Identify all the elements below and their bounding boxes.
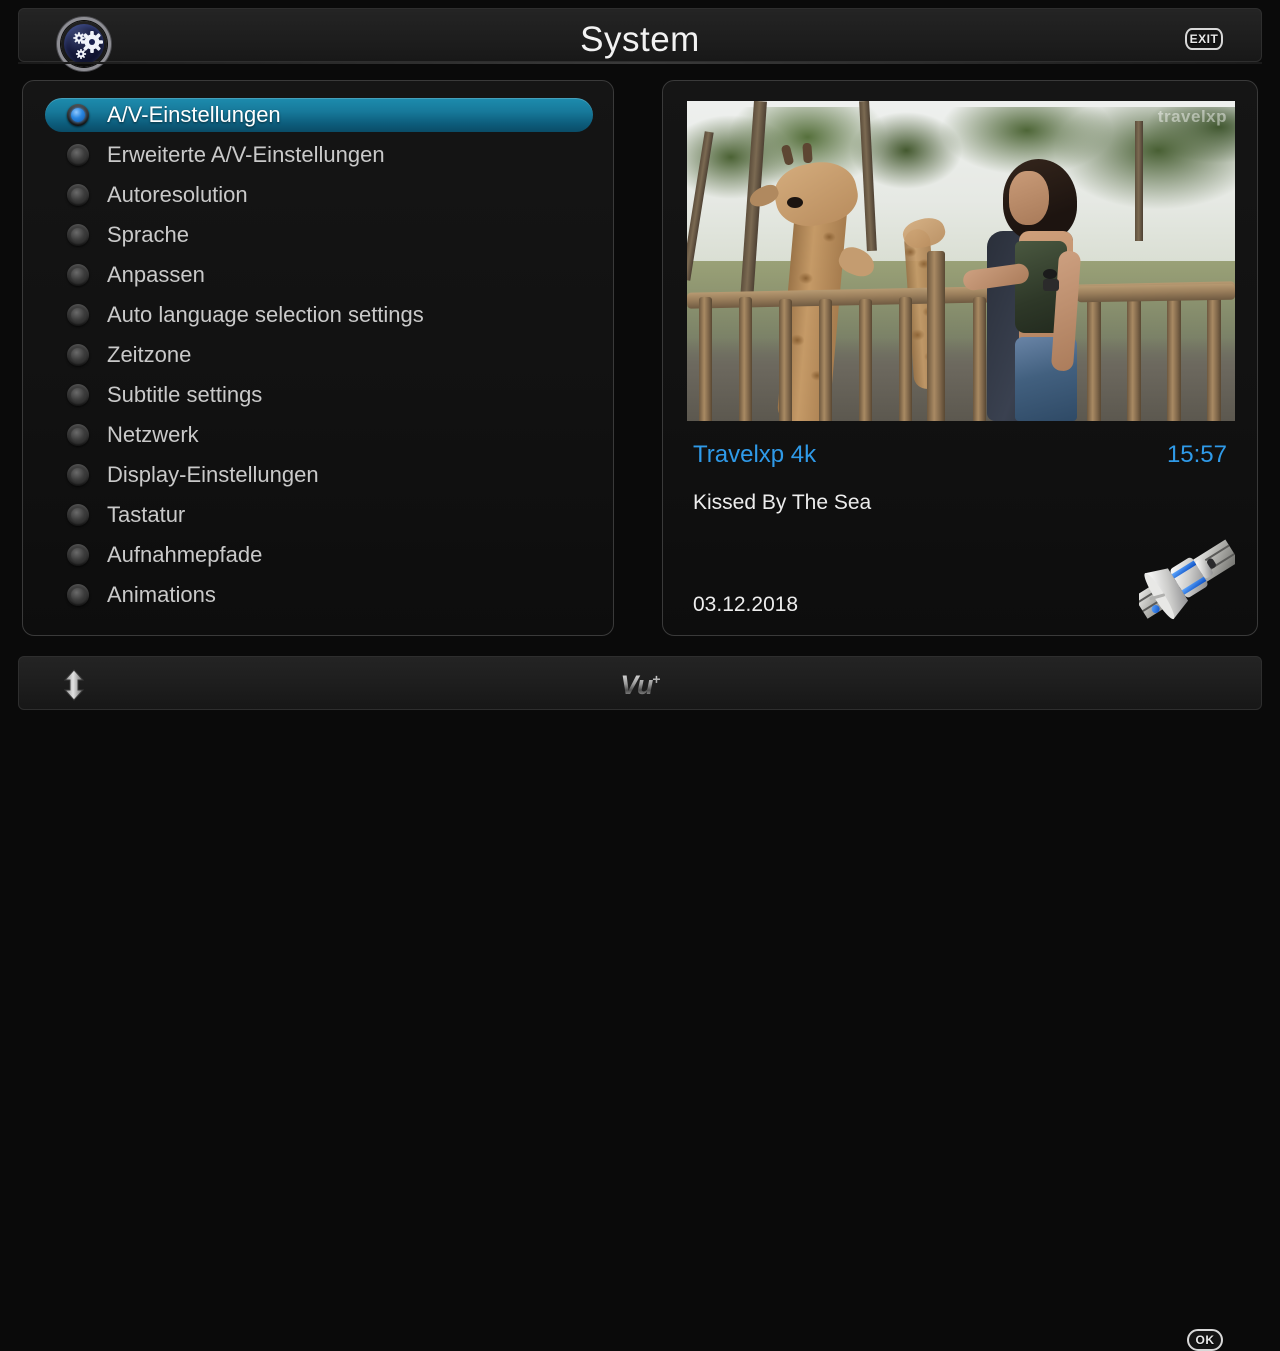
menu-item-label: Sprache bbox=[107, 222, 189, 247]
menu-item-subtitle-settings[interactable]: Subtitle settings bbox=[45, 378, 593, 412]
preview-panel: travelxp Travelxp 4k 15:57 Kissed By The… bbox=[662, 80, 1258, 636]
header-divider bbox=[18, 62, 1262, 64]
vu-logo-plus: + bbox=[652, 671, 660, 687]
radio-icon bbox=[67, 104, 89, 126]
radio-icon bbox=[67, 264, 89, 286]
menu-item-display-einstellungen[interactable]: Display-Einstellungen bbox=[45, 458, 593, 492]
radio-icon bbox=[67, 584, 89, 606]
menu-item-label: Erweiterte A/V-Einstellungen bbox=[107, 142, 385, 167]
radio-icon bbox=[67, 544, 89, 566]
menu-item-autoresolution[interactable]: Autoresolution bbox=[45, 178, 593, 212]
radio-icon bbox=[67, 384, 89, 406]
menu-item-aufnahmepfade[interactable]: Aufnahmepfade bbox=[45, 538, 593, 572]
menu-item-anpassen[interactable]: Anpassen bbox=[45, 258, 593, 292]
vu-logo-text: Vu bbox=[620, 670, 653, 700]
radio-icon bbox=[67, 224, 89, 246]
page-title: System bbox=[580, 20, 700, 59]
settings-menu-list: A/V-Einstellungen Erweiterte A/V-Einstel… bbox=[45, 98, 593, 618]
channel-name: Travelxp 4k bbox=[693, 441, 817, 468]
menu-item-erweiterte-av-einstellungen[interactable]: Erweiterte A/V-Einstellungen bbox=[45, 138, 593, 172]
menu-item-label: Tastatur bbox=[107, 502, 186, 527]
radio-icon bbox=[67, 344, 89, 366]
menu-item-label: Display-Einstellungen bbox=[107, 462, 319, 487]
video-scene-image: travelxp bbox=[687, 101, 1235, 421]
channel-watermark: travelxp bbox=[1157, 107, 1227, 126]
video-preview[interactable]: travelxp bbox=[687, 101, 1235, 421]
settings-menu-panel: A/V-Einstellungen Erweiterte A/V-Einstel… bbox=[22, 80, 614, 636]
menu-item-label: Animations bbox=[107, 582, 216, 607]
program-title: Kissed By The Sea bbox=[693, 491, 872, 514]
menu-item-label: Autoresolution bbox=[107, 182, 248, 207]
menu-item-label: A/V-Einstellungen bbox=[107, 102, 281, 127]
menu-item-label: Subtitle settings bbox=[107, 382, 263, 407]
exit-button[interactable]: EXIT bbox=[1185, 28, 1223, 50]
ok-button[interactable]: OK bbox=[1187, 1329, 1223, 1351]
menu-item-label: Auto language selection settings bbox=[107, 302, 424, 327]
channel-info-row: Travelxp 4k 15:57 bbox=[693, 441, 1227, 469]
menu-item-av-einstellungen[interactable]: A/V-Einstellungen bbox=[45, 98, 593, 132]
menu-item-label: Anpassen bbox=[107, 262, 205, 287]
menu-item-animations[interactable]: Animations bbox=[45, 578, 593, 612]
clock: 15:57 bbox=[1166, 441, 1227, 468]
menu-item-auto-language-selection-settings[interactable]: Auto language selection settings bbox=[45, 298, 593, 332]
menu-item-tastatur[interactable]: Tastatur bbox=[45, 498, 593, 532]
header-bar: System EXIT bbox=[18, 8, 1262, 64]
menu-item-zeitzone[interactable]: Zeitzone bbox=[45, 338, 593, 372]
menu-item-label: Aufnahmepfade bbox=[107, 542, 263, 567]
radio-icon bbox=[67, 144, 89, 166]
satellite-icon bbox=[1139, 539, 1235, 620]
radio-icon bbox=[67, 424, 89, 446]
vu-plus-logo: Vu+ bbox=[19, 670, 1261, 701]
radio-icon bbox=[67, 504, 89, 526]
menu-item-sprache[interactable]: Sprache bbox=[45, 218, 593, 252]
event-date: 03.12.2018 bbox=[693, 593, 799, 616]
footer-bar: Vu+ OK bbox=[18, 656, 1262, 1351]
menu-item-label: Netzwerk bbox=[107, 422, 199, 447]
radio-icon bbox=[67, 184, 89, 206]
radio-icon bbox=[67, 304, 89, 326]
radio-icon bbox=[67, 464, 89, 486]
menu-item-netzwerk[interactable]: Netzwerk bbox=[45, 418, 593, 452]
menu-item-label: Zeitzone bbox=[107, 342, 192, 367]
